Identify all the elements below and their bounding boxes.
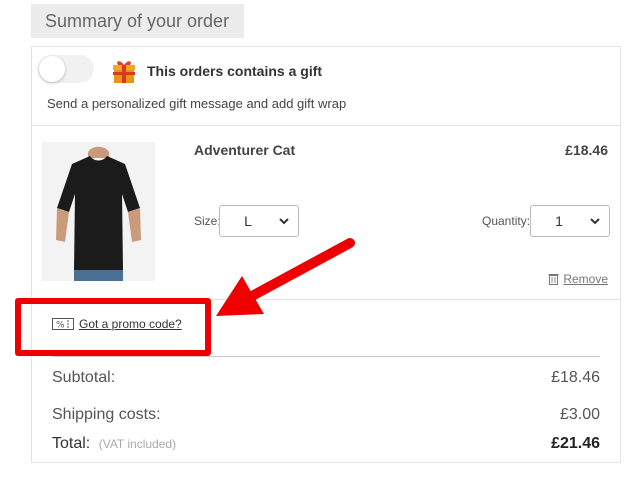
- product-row: Adventurer Cat £18.46 Size: L Quantity: …: [32, 126, 620, 300]
- gift-toggle[interactable]: [38, 55, 94, 83]
- gift-box-icon: [113, 61, 135, 83]
- product-image[interactable]: [42, 142, 155, 281]
- product-price: £18.46: [565, 142, 608, 158]
- quantity-label: Quantity:: [482, 214, 531, 228]
- totals-divider: [52, 356, 600, 357]
- size-value: L: [244, 213, 252, 229]
- trash-icon: [548, 274, 559, 285]
- summary-header: Summary of your order: [31, 4, 244, 38]
- total-line: Total: (VAT included) £21.46: [52, 435, 600, 453]
- discount-tag-icon: %: [52, 318, 74, 330]
- promo-code-row: % Got a promo code?: [52, 317, 182, 331]
- total-value: £21.46: [551, 435, 600, 452]
- subtotal-label: Subtotal:: [52, 369, 116, 386]
- vat-note: (VAT included): [98, 437, 177, 451]
- toggle-knob: [39, 56, 65, 82]
- remove-label: Remove: [563, 272, 608, 286]
- product-name[interactable]: Adventurer Cat: [194, 142, 295, 158]
- quantity-select[interactable]: 1: [530, 205, 610, 237]
- promo-code-link[interactable]: Got a promo code?: [79, 317, 182, 331]
- order-summary-card: This orders contains a gift Send a perso…: [31, 46, 621, 463]
- shipping-value: £3.00: [559, 406, 600, 423]
- chevron-down-icon: [279, 218, 289, 225]
- svg-text:%: %: [56, 321, 65, 331]
- gift-option-row: This orders contains a gift Send a perso…: [32, 47, 620, 126]
- chevron-down-icon: [590, 218, 600, 225]
- size-select[interactable]: L: [219, 205, 299, 237]
- remove-button[interactable]: Remove: [548, 272, 608, 286]
- size-label: Size:: [194, 214, 221, 228]
- gift-title: This orders contains a gift: [147, 63, 323, 79]
- shipping-line: Shipping costs: £3.00: [52, 406, 600, 424]
- page-title: Summary of your order: [45, 10, 230, 31]
- quantity-value: 1: [555, 213, 563, 229]
- shipping-label: Shipping costs:: [52, 406, 161, 423]
- subtotal-value: £18.46: [551, 369, 600, 386]
- gift-description: Send a personalized gift message and add…: [47, 96, 347, 111]
- total-label: Total:: [52, 435, 91, 452]
- subtotal-line: Subtotal: £18.46: [52, 369, 600, 387]
